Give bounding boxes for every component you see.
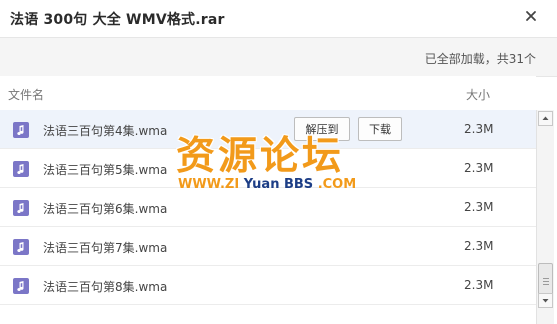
file-name: 法语三百句第4集.wma bbox=[43, 124, 168, 138]
grip-line bbox=[543, 284, 549, 285]
file-name: 法语三百句第8集.wma bbox=[43, 280, 168, 294]
close-icon[interactable] bbox=[523, 8, 539, 24]
grip-line bbox=[543, 281, 549, 282]
vertical-scrollbar[interactable] bbox=[536, 110, 554, 324]
list-item[interactable]: 法语三百句第6集.wma 2.3M bbox=[0, 188, 536, 227]
archive-preview-dialog: 法语 300句 大全 WMV格式.rar 已全部加载，共31个 文件名 大小 法… bbox=[0, 0, 557, 324]
music-file-icon bbox=[13, 239, 29, 255]
scroll-up-arrow-icon[interactable] bbox=[538, 111, 553, 126]
file-size: 2.3M bbox=[464, 122, 494, 136]
music-file-icon bbox=[13, 161, 29, 177]
extract-to-button[interactable]: 解压到 bbox=[294, 117, 350, 141]
file-list: 法语三百句第4集.wma 解压到 下载 2.3M 法语三百句第5集.wma 2.… bbox=[0, 110, 536, 324]
list-item[interactable]: 法语三百句第7集.wma 2.3M bbox=[0, 227, 536, 266]
title-bar: 法语 300句 大全 WMV格式.rar bbox=[0, 0, 557, 36]
file-name: 法语三百句第7集.wma bbox=[43, 241, 168, 255]
grip-line bbox=[543, 278, 549, 279]
load-status: 已全部加载，共31个 bbox=[424, 52, 536, 66]
list-item[interactable]: 法语三百句第4集.wma 解压到 下载 2.3M bbox=[0, 110, 536, 149]
column-header: 文件名 大小 bbox=[0, 76, 536, 111]
download-button[interactable]: 下载 bbox=[358, 117, 402, 141]
column-size-header[interactable]: 大小 bbox=[466, 86, 490, 103]
music-file-icon bbox=[13, 122, 29, 138]
dialog-title: 法语 300句 大全 WMV格式.rar bbox=[10, 12, 225, 28]
list-item[interactable]: 法语三百句第5集.wma 2.3M bbox=[0, 149, 536, 188]
column-name-header[interactable]: 文件名 bbox=[8, 86, 44, 103]
file-name: 法语三百句第6集.wma bbox=[43, 202, 168, 216]
music-file-icon bbox=[13, 200, 29, 216]
file-size: 2.3M bbox=[464, 278, 494, 292]
file-name: 法语三百句第5集.wma bbox=[43, 163, 168, 177]
file-size: 2.3M bbox=[464, 239, 494, 253]
list-item[interactable]: 法语三百句第8集.wma 2.3M bbox=[0, 266, 536, 305]
file-size: 2.3M bbox=[464, 200, 494, 214]
file-size: 2.3M bbox=[464, 161, 494, 175]
music-file-icon bbox=[13, 278, 29, 294]
info-bar: 已全部加载，共31个 bbox=[0, 37, 557, 77]
scroll-down-arrow-icon[interactable] bbox=[538, 293, 553, 308]
